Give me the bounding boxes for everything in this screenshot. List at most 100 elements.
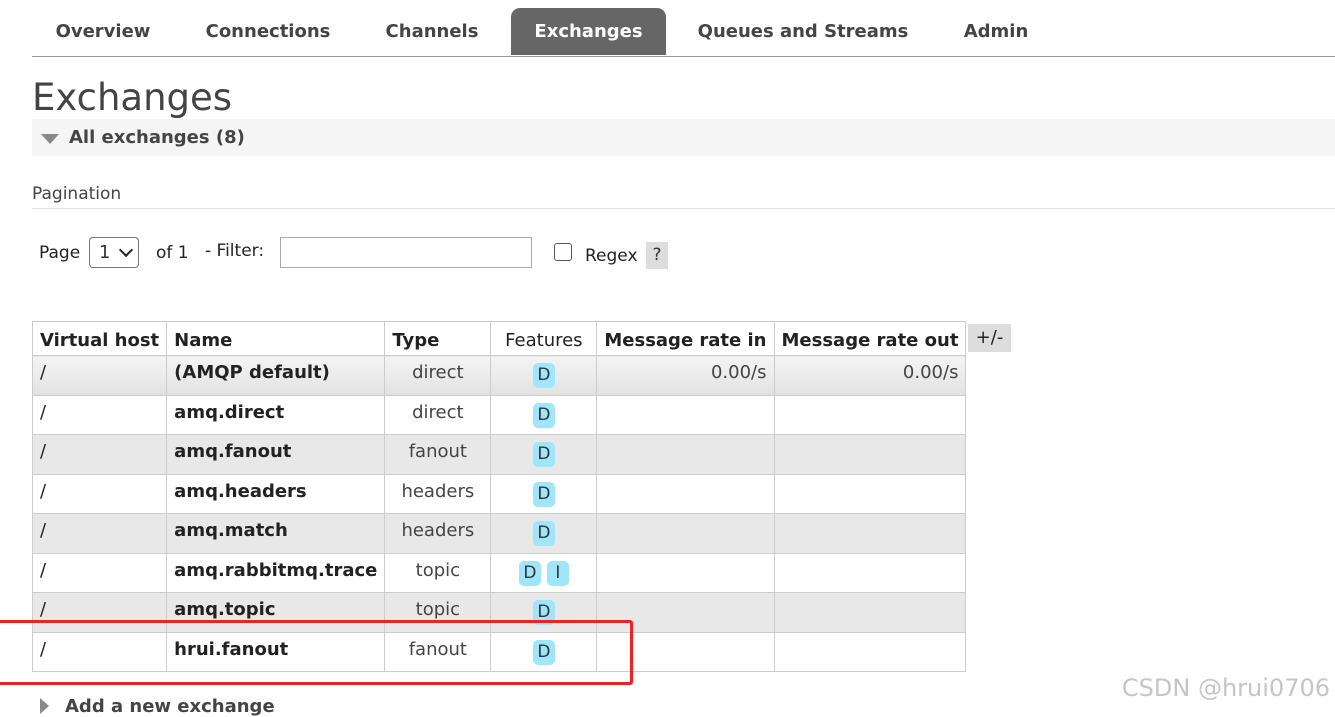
exchange-name-link[interactable]: amq.match [166, 513, 386, 554]
rate-in-cell [596, 592, 775, 633]
column-header-virtual-host[interactable]: Virtual host [31, 321, 168, 356]
features-cell: D [490, 513, 598, 554]
exchange-name-link[interactable]: amq.direct [166, 394, 386, 435]
vhost-cell: / [31, 552, 168, 593]
page-label: Page [39, 243, 81, 263]
table-row: / amq.match headers D [31, 513, 967, 554]
page-select[interactable]: 1 [89, 237, 139, 268]
watermark: CSDN @hrui0706 [1121, 674, 1330, 702]
add-exchange-label: Add a new exchange [65, 696, 275, 717]
rate-in-cell [596, 434, 775, 475]
features-cell: D [490, 355, 598, 396]
features-cell: D [490, 592, 598, 633]
collapse-triangle-icon [41, 134, 59, 144]
section-label: All exchanges (8) [69, 127, 245, 148]
help-button[interactable]: ? [646, 242, 668, 269]
type-cell: headers [384, 513, 492, 554]
features-cell: D [490, 473, 598, 514]
rate-out-cell [773, 434, 967, 475]
type-cell: fanout [384, 631, 492, 672]
exchange-name-link[interactable]: amq.fanout [166, 434, 386, 475]
tab-exchanges[interactable]: Exchanges [511, 8, 666, 55]
column-header-features: Features [490, 321, 598, 356]
features-cell: D [490, 631, 598, 672]
vhost-cell: / [31, 394, 168, 435]
nav-tabs: Overview Connections Channels Exchanges … [32, 8, 1335, 57]
feature-internal-badge: I [546, 560, 569, 586]
rate-out-cell [773, 473, 967, 514]
vhost-cell: / [31, 434, 168, 475]
table-row: / hrui.fanout fanout D [31, 631, 967, 672]
rate-out-cell [773, 513, 967, 554]
page-select-value: 1 [99, 242, 111, 263]
column-header-type[interactable]: Type [384, 321, 492, 356]
table-row: / amq.direct direct D [31, 394, 967, 435]
page-count-label: of 1 [156, 243, 189, 263]
feature-durable-badge: D [532, 442, 555, 467]
type-cell: topic [384, 552, 492, 593]
exchanges-table: Virtual host Name Type Features Message … [31, 321, 967, 672]
feature-durable-badge: D [532, 521, 555, 546]
table-row: / amq.topic topic D [31, 592, 967, 633]
exchange-name-link[interactable]: amq.headers [166, 473, 386, 514]
vhost-cell: / [31, 355, 168, 396]
rate-out-cell [773, 552, 967, 593]
column-header-message-rate-out[interactable]: Message rate out [773, 321, 967, 356]
rate-in-cell: 0.00/s [596, 355, 775, 396]
page-title: Exchanges [32, 76, 233, 119]
exchange-name-link[interactable]: (AMQP default) [166, 355, 386, 396]
tab-connections[interactable]: Connections [190, 8, 346, 55]
filter-label: - Filter: [205, 241, 265, 261]
columns-toggle-button[interactable]: +/- [968, 324, 1011, 352]
expand-triangle-icon [40, 698, 49, 714]
feature-durable-badge: D [518, 560, 541, 586]
exchange-name-link[interactable]: amq.rabbitmq.trace [166, 552, 386, 593]
column-header-name[interactable]: Name [166, 321, 386, 356]
tab-overview[interactable]: Overview [32, 8, 174, 55]
table-row: / (AMQP default) direct D 0.00/s 0.00/s [31, 355, 967, 396]
type-cell: fanout [384, 434, 492, 475]
features-cell: D [490, 394, 598, 435]
divider [32, 208, 1335, 209]
vhost-cell: / [31, 473, 168, 514]
rate-out-cell [773, 394, 967, 435]
rate-in-cell [596, 394, 775, 435]
vhost-cell: / [31, 513, 168, 554]
table-row: / amq.headers headers D [31, 473, 967, 514]
vhost-cell: / [31, 592, 168, 633]
exchange-name-link[interactable]: hrui.fanout [166, 631, 386, 672]
feature-durable-badge: D [532, 600, 555, 625]
type-cell: direct [384, 355, 492, 396]
chevron-down-icon [118, 242, 134, 258]
rate-out-cell [773, 592, 967, 633]
rate-out-cell: 0.00/s [773, 355, 967, 396]
regex-checkbox[interactable] [554, 243, 572, 261]
tab-channels[interactable]: Channels [362, 8, 502, 55]
column-header-message-rate-in[interactable]: Message rate in [596, 321, 775, 356]
all-exchanges-section-toggle[interactable]: All exchanges (8) [32, 119, 1335, 156]
rate-in-cell [596, 473, 775, 514]
table-row: / amq.fanout fanout D [31, 434, 967, 475]
rate-in-cell [596, 552, 775, 593]
filter-input[interactable] [280, 237, 532, 268]
feature-durable-badge: D [532, 363, 555, 388]
features-cell: D [490, 434, 598, 475]
tab-admin[interactable]: Admin [944, 8, 1048, 55]
type-cell: topic [384, 592, 492, 633]
rate-out-cell [773, 631, 967, 672]
pagination-heading: Pagination [32, 184, 122, 204]
table-header-row: Virtual host Name Type Features Message … [31, 321, 967, 356]
vhost-cell: / [31, 631, 168, 672]
feature-durable-badge: D [532, 639, 555, 665]
feature-durable-badge: D [532, 481, 555, 507]
type-cell: direct [384, 394, 492, 435]
table-row: / amq.rabbitmq.trace topic DI [31, 552, 967, 593]
feature-durable-badge: D [532, 402, 555, 428]
features-cell: DI [490, 552, 598, 593]
type-cell: headers [384, 473, 492, 514]
tab-queues-and-streams[interactable]: Queues and Streams [682, 8, 924, 55]
regex-label: Regex [585, 246, 638, 266]
add-exchange-section-toggle[interactable]: Add a new exchange [40, 696, 275, 717]
exchange-name-link[interactable]: amq.topic [166, 592, 386, 633]
rate-in-cell [596, 631, 775, 672]
